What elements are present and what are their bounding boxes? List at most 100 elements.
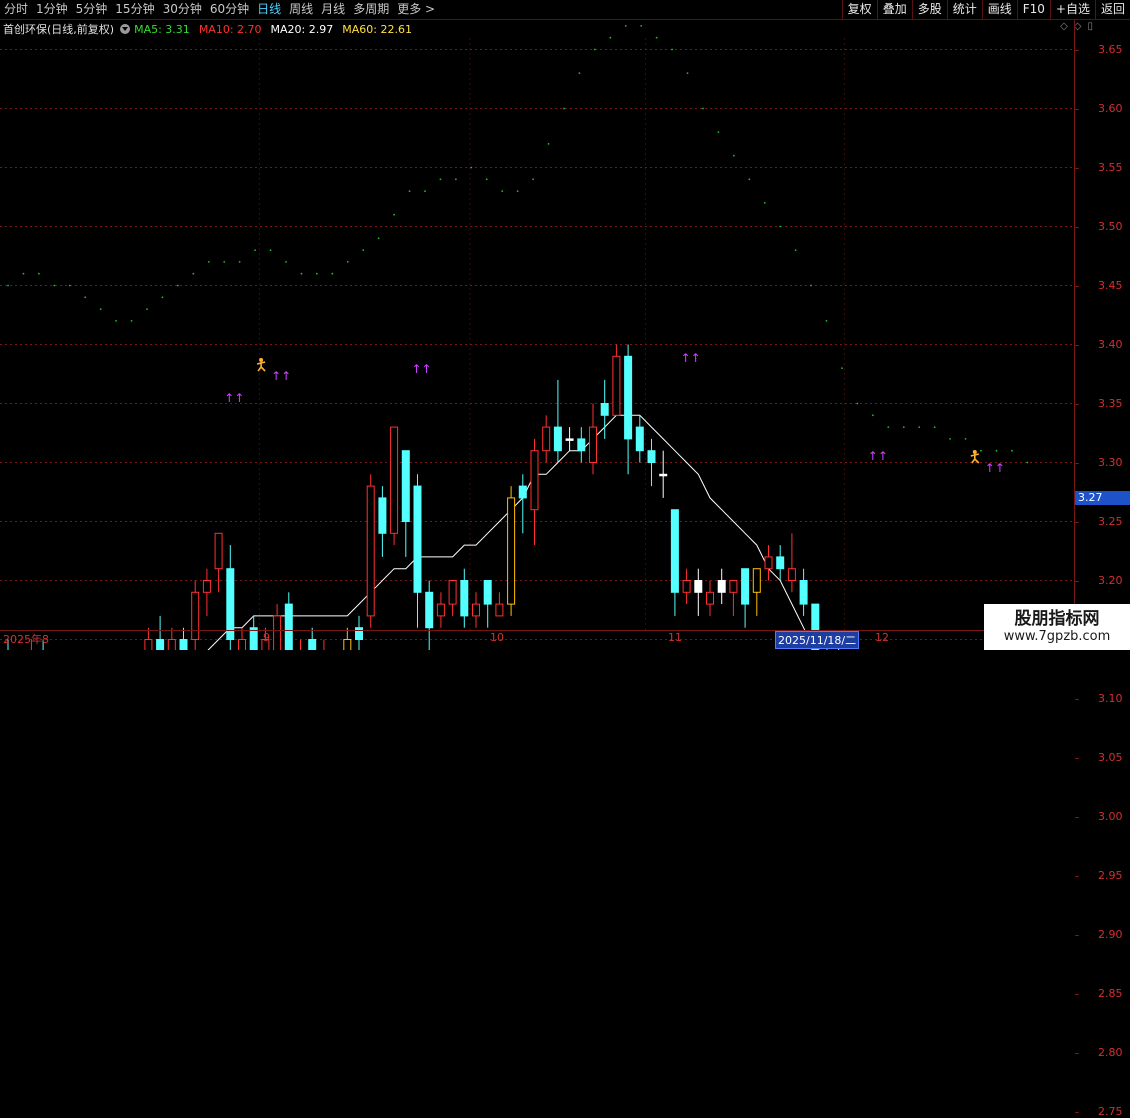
upper-band-dot-55 [856,402,859,405]
upper-band-dot-50 [779,225,782,228]
upper-band-dot-44 [686,72,689,74]
upper-band-dot-56 [871,414,874,417]
candle-body-67 [787,568,796,582]
y-tick-mark-3 [1075,226,1079,228]
upper-band-dot-8 [130,320,133,322]
upper-band-dot-34 [532,178,534,181]
buy-signal-arrow-2: ↑↑ [412,362,432,376]
y-tick-label-2: 3.55 [1098,160,1123,174]
upper-band-dot-11 [176,284,179,287]
upper-band-dot-15 [238,261,241,263]
upper-band-dot-47 [732,154,735,157]
upper-band-dot-9 [146,308,148,310]
candle-body-63 [741,568,750,605]
y-tick-label-13: 3.00 [1098,809,1123,823]
candle-body-43 [507,497,516,605]
upper-band-dot-25 [393,213,395,216]
upper-band-dot-5 [84,296,87,299]
upper-band-dot-63 [980,449,982,452]
candle-body-38 [448,580,457,605]
watermark-url: www.7gpzb.com [1003,629,1111,644]
upper-band-dot-21 [331,272,334,275]
y-tick-mark-13 [1075,816,1079,818]
upper-band-dot-65 [1010,449,1013,452]
candle-body-48 [565,438,574,441]
y-tick-mark-1 [1075,108,1079,110]
upper-band-dot-12 [192,272,195,275]
upper-band-dot-16 [254,249,257,252]
candle-body-40 [472,603,480,617]
y-tick-mark-0 [1075,49,1079,51]
date-axis [0,630,1074,651]
upper-band-dot-13 [207,261,210,263]
y-tick-mark-2 [1075,167,1079,169]
candle-body-32 [378,497,387,534]
y-tick-label-15: 2.90 [1098,927,1123,941]
y-tick-label-6: 3.35 [1098,396,1123,410]
candle-body-54 [635,426,644,452]
candlestick-chart[interactable]: ↑↑ ↑↑ ↑↑ ↑↑ ↑↑ ↑↑ [0,0,1130,650]
upper-band-dot-19 [300,272,303,275]
selected-date-label: 2025/11/18/二 [775,631,860,649]
y-tick-label-4: 3.45 [1098,278,1123,292]
y-tick-mark-17 [1075,1052,1079,1054]
upper-band-dot-62 [964,438,967,440]
candle-body-19 [226,568,235,641]
candle-body-58 [682,580,691,593]
y-tick-label-14: 2.95 [1098,868,1123,882]
upper-band-dot-27 [424,190,426,193]
signal-person-figure-1 [256,361,266,372]
candle-body-65 [764,556,773,570]
candle-body-52 [612,355,621,416]
upper-band-dot-41 [640,25,643,27]
candle-body-31 [366,485,375,617]
y-tick-mark-4 [1075,285,1079,287]
upper-band-dot-30 [470,166,473,169]
candle-body-45 [530,450,539,511]
upper-band-dot-57 [887,426,890,428]
upper-band-dot-31 [485,178,488,181]
upper-band-dot-26 [408,190,411,193]
upper-band-dot-2 [37,272,40,275]
y-tick-mark-15 [1075,934,1079,936]
upper-band-dot-17 [269,249,272,252]
upper-band-dot-32 [501,190,504,193]
y-tick-label-17: 2.80 [1098,1045,1123,1059]
candle-body-18 [214,532,223,570]
buy-signal-arrow-1: ↑↑ [271,369,291,383]
signal-person-figure-5 [970,453,980,464]
upper-band-dot-29 [454,178,457,181]
candle-body-59 [694,580,703,593]
candle-body-37 [436,603,445,617]
watermark-logo: 股朋指标网 www.7gpzb.com [984,604,1130,650]
watermark-title: 股朋指标网 [1014,609,1100,629]
candle-body-33 [390,426,399,534]
y-tick-mark-18 [1075,1111,1079,1113]
y-tick-mark-5 [1075,344,1079,346]
upper-band-dot-1 [22,272,25,275]
y-tick-label-11: 3.10 [1098,691,1123,705]
upper-band-dot-43 [671,48,673,51]
candle-body-56 [659,473,668,477]
upper-band-dot-7 [115,320,118,322]
y-tick-mark-16 [1075,993,1079,995]
upper-band-dot-60 [933,426,936,428]
upper-band-dot-36 [563,107,565,110]
upper-band-dot-20 [315,272,318,275]
y-tick-mark-7 [1075,462,1079,464]
upper-band-dot-61 [949,438,951,440]
y-tick-mark-14 [1075,875,1079,877]
y-tick-mark-6 [1075,403,1079,405]
y-tick-mark-11 [1075,698,1079,700]
candle-body-47 [553,426,562,452]
upper-band-dot-48 [748,178,751,181]
x-tick-label-1: 9 [263,631,270,644]
upper-band-dot-18 [285,261,287,263]
y-tick-label-7: 3.30 [1098,455,1123,469]
y-tick-mark-9 [1075,580,1079,582]
upper-band-dot-38 [593,48,596,51]
candle-body-36 [425,591,434,629]
y-tick-label-9: 3.20 [1098,573,1123,587]
upper-band-dot-22 [346,261,349,263]
signal-person-icon-5 [972,450,977,454]
